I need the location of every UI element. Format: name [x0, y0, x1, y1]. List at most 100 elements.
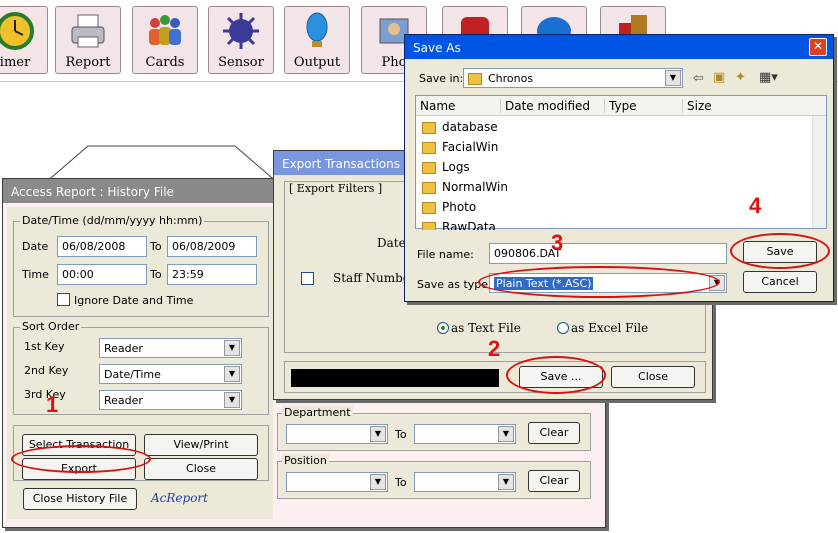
toolbar-button-label: Report — [65, 55, 111, 70]
cancel-button[interactable]: Cancel — [743, 271, 817, 293]
window-title: Export Transactions — [282, 157, 400, 171]
ignore-label: Ignore Date and Time — [74, 294, 194, 307]
back-icon[interactable]: ⇦ — [693, 71, 704, 86]
select-value: Date/Time — [104, 368, 161, 381]
close-history-file-button[interactable]: Close History File — [23, 488, 137, 510]
column-date-modified[interactable]: Date modified — [500, 99, 604, 113]
department-group: Department ▼ To ▼ Clear — [277, 406, 591, 451]
close-icon[interactable]: ✕ — [809, 38, 827, 56]
report-button[interactable]: Report — [55, 6, 121, 74]
date-from-input[interactable]: 06/08/2008 — [57, 236, 147, 257]
toolbar-button-label: Output — [293, 55, 341, 70]
export-actions-group: Save ... Close — [284, 361, 706, 393]
folder-icon — [422, 221, 436, 230]
text-file-radio[interactable] — [437, 322, 449, 334]
date-label: Date — [377, 236, 406, 250]
new-folder-icon[interactable]: ✦ — [735, 70, 746, 85]
folder-icon — [422, 121, 436, 134]
printer-icon — [71, 14, 105, 48]
key2-select[interactable]: Date/Time ▼ — [99, 364, 242, 384]
time-to-input[interactable]: 23:59 — [167, 264, 257, 285]
timer-button[interactable]: imer — [0, 6, 48, 74]
to-label: To — [150, 240, 162, 253]
department-clear-button[interactable]: Clear — [528, 422, 580, 444]
list-item[interactable]: database — [422, 120, 498, 140]
time-label: Time — [22, 268, 49, 281]
people-icon — [149, 15, 181, 45]
select-value: Chronos — [488, 72, 534, 85]
chevron-down-icon: ▼ — [224, 392, 240, 408]
list-item[interactable]: RawData — [422, 220, 496, 230]
chevron-down-icon: ▼ — [224, 366, 240, 382]
select-value: Reader — [104, 342, 143, 355]
folder-icon — [422, 181, 436, 194]
folder-name: RawData — [442, 220, 496, 230]
progress-bar — [291, 369, 499, 387]
toolbar-button-label: Cards — [145, 55, 185, 70]
group-label: Sort Order — [20, 320, 82, 333]
date-label: Date — [22, 240, 49, 253]
position-to-select[interactable]: ▼ — [414, 472, 516, 492]
view-menu-icon[interactable]: ▦▾ — [759, 70, 778, 85]
chevron-down-icon: ▼ — [665, 70, 681, 86]
annotation-ellipse — [11, 445, 151, 473]
list-item[interactable]: Logs — [422, 160, 470, 180]
acreport-label: AcReport — [151, 491, 208, 505]
sensor-icon — [223, 13, 259, 49]
save-as-titlebar[interactable]: Save As — [405, 35, 833, 59]
chevron-down-icon: ▼ — [370, 474, 386, 490]
column-size[interactable]: Size — [682, 99, 758, 113]
step-number: 1 — [46, 392, 59, 417]
text-file-label: as Text File — [451, 321, 521, 335]
key2-label: 2nd Key — [24, 364, 69, 377]
key3-select[interactable]: Reader ▼ — [99, 390, 242, 410]
folder-icon — [468, 73, 482, 85]
group-label: [ Export Filters ] — [289, 182, 383, 195]
filename-input[interactable]: 090806.DAT — [489, 243, 727, 264]
position-clear-button[interactable]: Clear — [528, 470, 580, 492]
close-button[interactable]: Close — [144, 458, 258, 480]
step-number: 4 — [749, 193, 762, 218]
list-item[interactable]: FacialWin — [422, 140, 498, 160]
list-item[interactable]: Photo — [422, 200, 476, 220]
annotation-ellipse — [730, 233, 830, 269]
excel-file-radio[interactable] — [557, 322, 569, 334]
list-item[interactable]: NormalWin — [422, 180, 508, 200]
excel-file-label: as Excel File — [571, 321, 649, 335]
staff-number-checkbox[interactable] — [301, 272, 314, 285]
column-name[interactable]: Name — [420, 99, 496, 113]
time-from-input[interactable]: 00:00 — [57, 264, 147, 285]
view-print-button[interactable]: View/Print — [144, 434, 258, 456]
folder-icon — [422, 141, 436, 154]
position-group: Position ▼ To ▼ Clear — [277, 454, 591, 499]
output-button[interactable]: Output — [284, 6, 350, 74]
annotation-ellipse — [478, 266, 720, 298]
chevron-down-icon: ▼ — [498, 426, 514, 442]
key3-label: 3rd Key — [24, 388, 66, 401]
folder-icon — [422, 161, 436, 174]
sensor-button[interactable]: Sensor — [208, 6, 274, 74]
column-type[interactable]: Type — [604, 99, 682, 113]
date-to-input[interactable]: 06/08/2009 — [167, 236, 257, 257]
toolbar-button-label: Sensor — [218, 55, 264, 70]
save-in-label: Save in: — [419, 72, 464, 85]
to-label: To — [395, 476, 407, 489]
department-to-select[interactable]: ▼ — [414, 424, 516, 444]
ignore-datetime-checkbox[interactable] — [57, 293, 70, 306]
scrollbar[interactable] — [812, 116, 826, 228]
key1-select[interactable]: Reader ▼ — [99, 338, 242, 358]
folder-name: Logs — [442, 160, 470, 174]
save-in-select[interactable]: Chronos ▼ — [463, 68, 683, 88]
up-folder-icon[interactable]: ▣ — [713, 70, 725, 85]
export-close-button[interactable]: Close — [611, 366, 695, 388]
window-title: Access Report : History File — [11, 185, 174, 199]
to-label: To — [395, 428, 407, 441]
cards-button[interactable]: Cards — [132, 6, 198, 74]
chevron-down-icon: ▼ — [370, 426, 386, 442]
key1-label: 1st Key — [24, 340, 65, 353]
clock-icon — [0, 12, 34, 50]
select-value: Reader — [104, 394, 143, 407]
position-from-select[interactable]: ▼ — [286, 472, 388, 492]
department-from-select[interactable]: ▼ — [286, 424, 388, 444]
report-panel: Date/Time (dd/mm/yyyy hh:mm) Date 06/08/… — [7, 207, 273, 519]
